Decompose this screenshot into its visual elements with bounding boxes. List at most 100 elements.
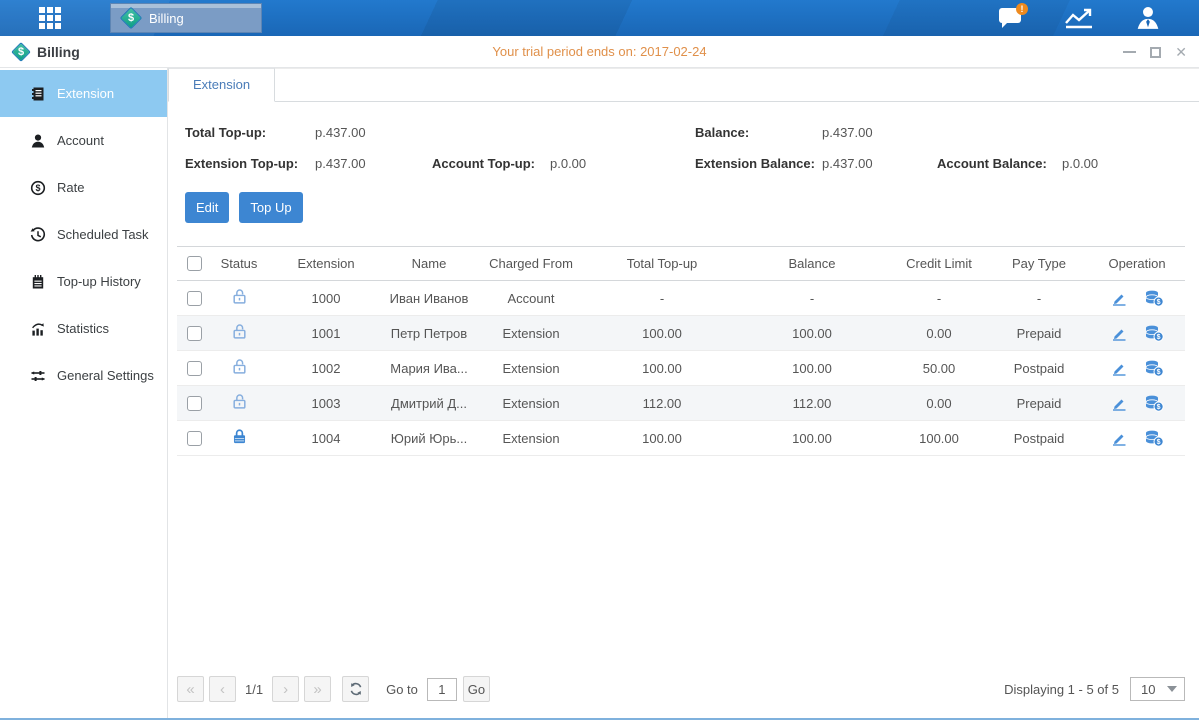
sidebar-item-rate[interactable]: $ Rate (0, 164, 167, 211)
total-topup-value: p.437.00 (315, 125, 366, 140)
page-size-select[interactable]: 10 (1130, 677, 1185, 701)
sidebar: Extension Account $ Rate (0, 68, 168, 718)
cell-balance: 100.00 (735, 421, 889, 456)
balance-label: Balance: (695, 125, 822, 140)
top-up-button[interactable]: Top Up (239, 192, 302, 223)
select-all-checkbox[interactable] (187, 256, 202, 271)
cell-charged-from: Extension (473, 421, 589, 456)
account-balance-label: Account Balance: (937, 156, 1062, 171)
extension-topup-value: p.437.00 (315, 156, 432, 171)
edit-pencil-icon[interactable] (1110, 360, 1128, 376)
top-up-coins-icon[interactable]: $ (1144, 324, 1164, 342)
statistics-monitor-icon[interactable] (1063, 6, 1095, 30)
cell-name: Дмитрий Д... (385, 386, 473, 421)
sidebar-item-label: Account (57, 133, 104, 148)
go-button[interactable]: Go (463, 676, 490, 702)
cell-name: Юрий Юрь... (385, 421, 473, 456)
sidebar-item-general-settings[interactable]: General Settings (0, 352, 167, 399)
tab-strip: Extension (168, 68, 1199, 102)
cell-charged-from: Extension (473, 386, 589, 421)
unlocked-icon[interactable] (231, 358, 248, 375)
extension-balance-label: Extension Balance: (695, 156, 822, 171)
sidebar-item-scheduled-task[interactable]: Scheduled Task (0, 211, 167, 258)
sidebar-item-label: Statistics (57, 321, 109, 336)
locked-icon[interactable] (231, 428, 248, 445)
cell-pay-type: - (989, 281, 1089, 316)
first-page-button[interactable]: « (177, 676, 204, 702)
tab-extension[interactable]: Extension (168, 68, 275, 102)
col-credit-limit: Credit Limit (889, 247, 989, 281)
desktop-topbar: $ Billing ! (0, 0, 1199, 36)
sliders-icon (30, 368, 46, 384)
table-row: 1001 Петр Петров Extension 100.00 100.00… (177, 316, 1185, 351)
main-content: Extension Total Top-up: p.437.00 Balance… (168, 68, 1199, 718)
edit-button[interactable]: Edit (185, 192, 229, 223)
user-account-icon[interactable] (1135, 5, 1161, 31)
app-grid-icon (39, 7, 61, 29)
table-header-row: Status Extension Name Charged From Total… (177, 247, 1185, 281)
displaying-text: Displaying 1 - 5 of 5 (1004, 682, 1119, 697)
notepad-icon (30, 274, 46, 290)
last-page-button[interactable]: » (304, 676, 331, 702)
top-up-coins-icon[interactable]: $ (1144, 289, 1164, 307)
edit-pencil-icon[interactable] (1110, 325, 1128, 341)
sidebar-item-label: Rate (57, 180, 84, 195)
history-clock-icon (30, 227, 46, 243)
row-checkbox[interactable] (187, 431, 202, 446)
cell-name: Петр Петров (385, 316, 473, 351)
cell-pay-type: Prepaid (989, 386, 1089, 421)
row-checkbox[interactable] (187, 291, 202, 306)
cell-credit-limit: - (889, 281, 989, 316)
maximize-icon[interactable] (1150, 47, 1161, 58)
top-up-coins-icon[interactable]: $ (1144, 394, 1164, 412)
cell-balance: - (735, 281, 889, 316)
row-checkbox[interactable] (187, 326, 202, 341)
cell-extension: 1001 (267, 316, 385, 351)
cell-credit-limit: 100.00 (889, 421, 989, 456)
cell-credit-limit: 0.00 (889, 386, 989, 421)
window-title: Billing (37, 44, 80, 60)
topbar-billing-tab[interactable]: $ Billing (110, 3, 262, 33)
chevron-next-icon: › (283, 681, 288, 698)
edit-pencil-icon[interactable] (1110, 430, 1128, 446)
cell-charged-from: Account (473, 281, 589, 316)
sidebar-item-topup-history[interactable]: Top-up History (0, 258, 167, 305)
goto-page-input[interactable] (427, 678, 457, 701)
chevron-first-icon: « (186, 681, 194, 698)
extension-balance-value: p.437.00 (822, 156, 937, 171)
notifications-icon[interactable]: ! (999, 8, 1023, 28)
svg-text:$: $ (1157, 334, 1161, 341)
edit-pencil-icon[interactable] (1110, 395, 1128, 411)
col-extension: Extension (267, 247, 385, 281)
minimize-icon[interactable] (1123, 51, 1136, 53)
sidebar-item-label: Top-up History (57, 274, 141, 289)
row-checkbox[interactable] (187, 396, 202, 411)
bar-chart-icon (30, 321, 46, 337)
cell-extension: 1002 (267, 351, 385, 386)
account-topup-label: Account Top-up: (432, 156, 550, 171)
top-up-coins-icon[interactable]: $ (1144, 359, 1164, 377)
page-size-value: 10 (1131, 682, 1167, 697)
sidebar-item-account[interactable]: Account (0, 117, 167, 164)
next-page-button[interactable]: › (272, 676, 299, 702)
app-grid-button[interactable] (30, 0, 70, 36)
sidebar-item-extension[interactable]: Extension (0, 70, 167, 117)
row-checkbox[interactable] (187, 361, 202, 376)
unlocked-icon[interactable] (231, 288, 248, 305)
top-up-coins-icon[interactable]: $ (1144, 429, 1164, 447)
cell-extension: 1000 (267, 281, 385, 316)
unlocked-icon[interactable] (231, 393, 248, 410)
refresh-button[interactable] (342, 676, 369, 702)
close-icon[interactable]: ✕ (1175, 45, 1187, 59)
sidebar-item-statistics[interactable]: Statistics (0, 305, 167, 352)
svg-text:$: $ (35, 183, 40, 193)
total-topup-label: Total Top-up: (185, 125, 315, 140)
prev-page-button[interactable]: ‹ (209, 676, 236, 702)
sidebar-item-label: Extension (57, 86, 114, 101)
table-row: 1004 Юрий Юрь... Extension 100.00 100.00… (177, 421, 1185, 456)
unlocked-icon[interactable] (231, 323, 248, 340)
extension-table: Status Extension Name Charged From Total… (177, 246, 1185, 456)
extension-topup-label: Extension Top-up: (185, 156, 315, 171)
edit-pencil-icon[interactable] (1110, 290, 1128, 306)
trial-notice: Your trial period ends on: 2017-02-24 (0, 44, 1199, 59)
